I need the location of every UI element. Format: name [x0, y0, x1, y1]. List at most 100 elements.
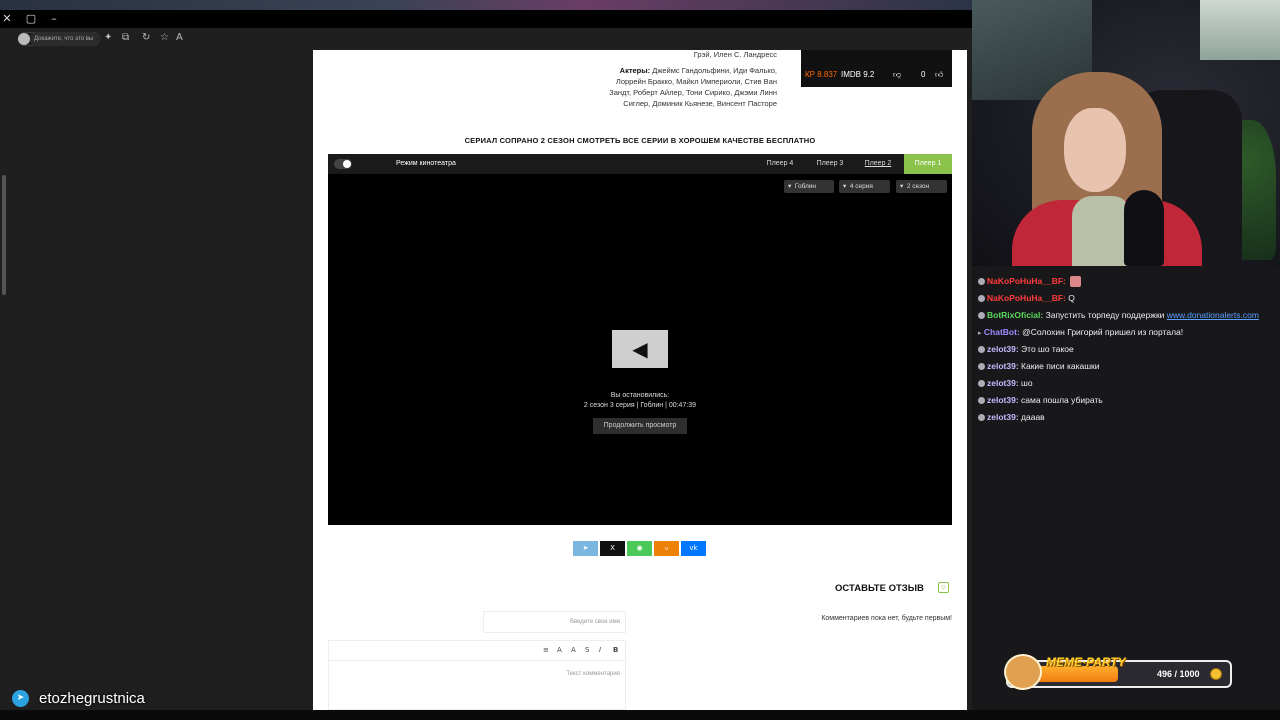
doge-icon — [1004, 654, 1042, 690]
scrollbar[interactable] — [2, 175, 6, 295]
video-player[interactable]: Режим кинотеатра Плеер 4 Плеер 3 Плеер 2… — [328, 154, 952, 525]
italic-icon[interactable]: I — [599, 646, 601, 654]
chat-text: Это шо такое — [1021, 344, 1074, 354]
share-ok-icon[interactable]: ℴ — [654, 541, 679, 556]
chat-message: zelot39: Какие писи какашки — [978, 361, 1100, 371]
actors-line-2: Лоррейн Бракко, Майкл Империоли, Стив Ва… — [615, 77, 777, 86]
chat-text: Q — [1068, 293, 1075, 303]
text-color-icon[interactable]: A — [557, 646, 562, 654]
chat-link[interactable]: www.donationalerts.com — [1167, 310, 1259, 320]
web-page: Грэй, Илен С. Ландресс Актеры: Джеймс Га… — [313, 50, 967, 710]
cinema-mode-toggle[interactable] — [334, 159, 352, 169]
strike-icon[interactable]: S — [585, 646, 589, 654]
window-titlebar: ✕ ▢ – — [0, 10, 972, 28]
avatar[interactable] — [18, 33, 30, 45]
chat-username[interactable]: ChatBot: — [984, 327, 1020, 337]
tab-player-3[interactable]: Плеер 3 — [808, 154, 852, 174]
chat-text: шо — [1021, 378, 1033, 388]
window-restore-icon[interactable]: ▢ — [24, 12, 38, 25]
comment-icon: ☺ — [938, 582, 949, 593]
font-size-icon[interactable]: A — [571, 646, 576, 654]
comment-editor[interactable]: ≡ A A S I B Текст комментария — [328, 640, 626, 710]
align-icon[interactable]: ≡ — [543, 646, 549, 654]
name-input[interactable]: Введите свое имя — [483, 611, 626, 633]
window-close-icon[interactable]: ✕ — [0, 12, 14, 25]
season-select[interactable]: ▾ 2 сезон — [896, 180, 947, 193]
chat-text: дааав — [1021, 412, 1045, 422]
editor-toolbar: ≡ A A S I B — [329, 641, 625, 661]
collections-icon[interactable]: ⧉ — [122, 32, 129, 43]
chat-badge-icon — [978, 312, 985, 320]
tab-player-1[interactable]: Плеер 1 — [904, 154, 952, 174]
stopped-label: Вы остановились: — [610, 392, 670, 399]
window-minimize-icon[interactable]: – — [47, 12, 61, 25]
chat-text: Какие писи какашки — [1021, 361, 1100, 371]
browser-left-panel — [0, 50, 313, 710]
chat-text: Запустить торпеду поддержки — [1045, 310, 1167, 320]
page-title: СЕРИАЛ СОПРАНО 2 СЕЗОН СМОТРЕТЬ ВСЕ СЕРИ… — [464, 136, 816, 145]
share-telegram-icon[interactable]: ➤ — [573, 541, 598, 556]
share-x-icon[interactable]: X — [600, 541, 625, 556]
cinema-mode-label: Режим кинотеатра — [396, 160, 456, 167]
refresh-icon[interactable]: ↻ — [142, 32, 150, 43]
stopped-position: 2 сезон 3 серия | Гоблин | 00:47:39 — [583, 402, 697, 409]
chat-badge-icon — [978, 414, 985, 422]
extension-icon[interactable]: ✦ — [104, 32, 112, 43]
coin-icon — [1210, 668, 1222, 680]
chat-username[interactable]: BotRixOficial: — [987, 310, 1043, 320]
chat-message: zelot39: дааав — [978, 412, 1045, 422]
director-line: Грэй, Илен С. Ландресс — [693, 50, 777, 59]
read-aloud-icon[interactable]: A — [176, 32, 183, 43]
webcam-feed — [972, 0, 1280, 266]
chat-badge-icon — [978, 278, 985, 286]
chat-username[interactable]: NaKoPoHuHa__BF: — [987, 293, 1066, 303]
screen: ✕ ▢ – Докажите, что это вы ✦ ⧉ ↻ ☆ A Грэ… — [0, 0, 1280, 720]
tab-player-4[interactable]: Плеер 4 — [758, 154, 802, 174]
share-whatsapp-icon[interactable]: ◉ — [627, 541, 652, 556]
imdb-rating: IMDB 9.2 — [841, 70, 875, 79]
episode-select[interactable]: ▾ 4 серия — [839, 180, 890, 193]
player-tabs: Режим кинотеатра Плеер 4 Плеер 3 Плеер 2… — [328, 154, 952, 174]
kp-rating: КР 8.837 — [805, 70, 838, 79]
actors-line-3: Зандт, Роберт Айлер, Тони Сирико, Джэми … — [609, 88, 777, 97]
chat-username[interactable]: zelot39: — [987, 412, 1019, 422]
chat-username[interactable]: zelot39: — [987, 361, 1019, 371]
continue-button[interactable]: Продолжить просмотр — [593, 418, 687, 434]
chat-text: сама пошла убирать — [1021, 395, 1103, 405]
rating-box: КР 8.837 IMDB 9.2 👎︎ 0 👍︎ — [801, 50, 952, 87]
chat-message: zelot39: шо — [978, 378, 1033, 388]
chat-message: NaKoPoHuHa__BF: Q — [978, 293, 1075, 303]
stream-chat: NaKoPoHuHa__BF: NaKoPoHuHa__BF: Q BotRix… — [972, 266, 1280, 710]
chat-badge-icon — [978, 380, 985, 388]
chat-username[interactable]: zelot39: — [987, 344, 1019, 354]
chat-message: BotRixOficial: Запустить торпеду поддерж… — [978, 310, 1259, 320]
bot-arrow-icon: ▸ — [978, 330, 982, 337]
chat-badge-icon — [978, 346, 985, 354]
actors-line-1: Актеры: Джеймс Гандольфини, Иди Фалько, — [620, 66, 777, 75]
chat-username[interactable]: NaKoPoHuHa__BF: — [987, 276, 1066, 286]
dislike-icon[interactable]: 👎︎ — [893, 70, 901, 80]
verify-prompt[interactable]: Докажите, что это вы — [30, 32, 98, 46]
play-icon[interactable]: ◀ — [612, 330, 668, 368]
chat-username[interactable]: zelot39: — [987, 378, 1019, 388]
tab-player-2[interactable]: Плеер 2 — [856, 154, 900, 174]
meme-party-title: MEME·PARTY — [1046, 655, 1126, 669]
emote-icon — [1069, 276, 1081, 288]
comment-placeholder: Текст комментария — [566, 671, 620, 677]
streamer-shirt — [1072, 196, 1132, 266]
review-title: ОСТАВЬТЕ ОТЗЫВ — [835, 583, 924, 594]
chat-username[interactable]: zelot39: — [987, 395, 1019, 405]
favorite-star-icon[interactable]: ☆ — [160, 32, 169, 43]
share-vk-icon[interactable]: vk — [681, 541, 706, 556]
chat-text: @Солохин Григорий пришел из портала! — [1022, 327, 1184, 337]
microphone — [1124, 190, 1164, 266]
like-icon[interactable]: 👍︎ — [935, 70, 943, 80]
telegram-handle: etozhegrustnica — [39, 690, 145, 707]
season-value: 2 сезон — [906, 183, 930, 190]
actors-text-1: Джеймс Гандольфини, Иди Фалько, — [652, 66, 777, 75]
meme-party-count: 496 / 1000 — [1157, 669, 1200, 679]
no-comments-text: Комментариев пока нет, будьте первым! — [821, 615, 952, 622]
voice-select[interactable]: ▾ Гоблин — [784, 180, 834, 193]
telegram-icon: ➤ — [12, 690, 29, 707]
bold-icon[interactable]: B — [613, 646, 618, 654]
